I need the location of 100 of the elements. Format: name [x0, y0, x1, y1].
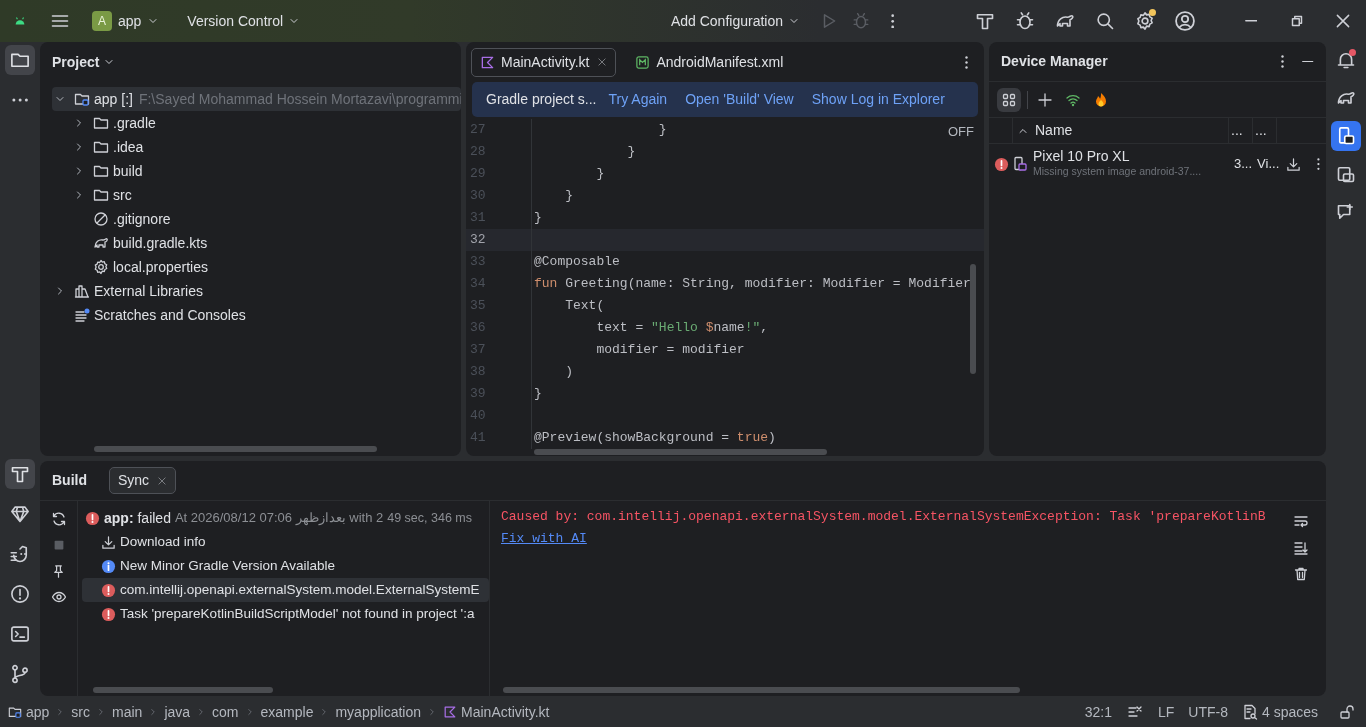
hammer-icon	[975, 11, 995, 31]
more-icon	[11, 98, 29, 102]
build-tree-item[interactable]: Task 'prepareKotlinBuildScriptModel' not found in project ':a	[82, 602, 489, 626]
column-header[interactable]: ...	[1229, 118, 1253, 143]
kotlin-file-icon	[480, 54, 495, 70]
banner-link[interactable]: Show Log in Explorer	[811, 89, 945, 110]
more-icon	[891, 13, 895, 29]
project-tool-button[interactable]	[5, 45, 35, 75]
tree-item[interactable]: Scratches and Consoles	[52, 303, 461, 327]
download-icon	[101, 534, 116, 550]
breadcrumb[interactable]: MainActivity.kt	[443, 701, 550, 723]
item-label: app [:]	[94, 89, 133, 109]
close-tab-icon	[157, 475, 168, 486]
inspection-status[interactable]: OFF	[948, 122, 974, 142]
caret-position[interactable]: 32:1	[1084, 701, 1112, 723]
code-line: }	[533, 209, 542, 228]
file-encoding[interactable]: UTF-8	[1188, 701, 1228, 723]
tree-item[interactable]: src	[52, 183, 461, 207]
build-timestamp: At 2026/08/12 07:06 بعدازظهر with 2	[174, 509, 384, 528]
project-view-dropdown[interactable]: Project	[52, 51, 116, 73]
column-header[interactable]: Name	[1013, 118, 1229, 143]
build-tree-item[interactable]: com.intellij.openapi.externalSystem.model.ExternalSystemE	[82, 578, 489, 602]
code-line: }	[595, 165, 605, 184]
message-text: New Minor Gradle Version Available	[120, 556, 336, 575]
vcs-menu[interactable]: Version Control	[187, 10, 301, 32]
bug-icon	[1015, 11, 1035, 31]
breadcrumb[interactable]: src	[71, 701, 91, 723]
build-tool-button[interactable]	[5, 459, 35, 489]
build-tab[interactable]: Sync	[109, 467, 177, 494]
editor-tab[interactable]: MainActivity.kt	[471, 47, 617, 77]
tree-item[interactable]: local.properties	[52, 255, 461, 279]
item-label: .idea	[113, 137, 144, 157]
editor-tab[interactable]: AndroidManifest.xml	[626, 47, 793, 77]
line-separator[interactable]: LF	[1157, 701, 1175, 723]
bell-icon	[1336, 50, 1356, 70]
item-label: build.gradle.kts	[113, 233, 208, 253]
breadcrumb[interactable]: example	[260, 701, 314, 723]
build-tree-item[interactable]: Download info	[82, 530, 489, 554]
gradle-icon	[93, 235, 109, 251]
code-line: @Composable	[533, 253, 620, 272]
terminal-icon	[10, 624, 30, 644]
project-selector[interactable]: A app	[92, 10, 160, 32]
project-badge: A	[92, 11, 112, 31]
mirror-icon	[1336, 164, 1356, 184]
gear-icon	[1135, 11, 1155, 31]
panel-title: Device Manager	[1001, 52, 1109, 71]
device-status: Missing system image android-37....	[1033, 164, 1202, 179]
tree-item[interactable]: External Libraries	[52, 279, 461, 303]
kotlin-file-icon	[443, 705, 458, 719]
breadcrumb[interactable]: java	[164, 701, 191, 723]
table-cell-text: 3...	[1234, 155, 1253, 174]
run-configuration-dropdown[interactable]: Add Configuration	[670, 10, 800, 32]
device-manager-button[interactable]	[1331, 121, 1361, 151]
module-icon	[8, 705, 22, 719]
ignore-icon	[93, 211, 109, 227]
banner-link[interactable]: Open 'Build' View	[685, 89, 794, 110]
bug-icon	[852, 12, 870, 30]
trash-icon	[1293, 566, 1309, 582]
column-header[interactable]: ...	[1253, 118, 1277, 143]
group-by-button[interactable]	[997, 87, 1021, 112]
android-icon	[13, 14, 27, 28]
code-line: @Preview(showBackground = true)	[533, 429, 776, 448]
item-label: src	[113, 185, 132, 205]
build-tree-item[interactable]: New Minor Gradle Version Available	[82, 554, 489, 578]
close-icon	[1334, 12, 1352, 30]
tree-item[interactable]: build	[52, 159, 461, 183]
more-icon	[964, 55, 968, 69]
breadcrumb[interactable]: com	[212, 701, 239, 723]
sync-icon	[50, 511, 67, 527]
document-icon	[1241, 704, 1258, 720]
minimize-icon	[1302, 60, 1314, 63]
fire-icon	[1093, 91, 1109, 108]
tree-item[interactable]: .idea	[52, 135, 461, 159]
fix-link[interactable]: Fix with AI	[501, 528, 587, 550]
message-text: com.intellij.openapi.externalSystem.model.ExternalSystemE	[120, 580, 480, 599]
folder-icon	[93, 139, 109, 155]
chat-icon	[1336, 202, 1356, 222]
code-line: modifier = modifier	[595, 341, 745, 360]
git-icon	[10, 664, 30, 684]
message-text: Task 'prepareKotlinBuildScriptModel' not found in project ':a	[120, 604, 475, 623]
more-icon	[1280, 55, 1284, 68]
problems-icon	[10, 584, 30, 604]
grid-icon	[1001, 91, 1017, 108]
tree-item[interactable]: .gitignore	[52, 207, 461, 231]
code-line: text = "Hello $name!",	[595, 319, 769, 338]
code-line: }	[564, 187, 573, 206]
breadcrumb[interactable]: myapplication	[335, 701, 422, 723]
indent-settings[interactable]: 4 spaces	[1241, 701, 1318, 723]
code-line: Text(	[564, 297, 605, 316]
error-icon	[101, 606, 116, 622]
breadcrumb[interactable]: app	[8, 701, 50, 723]
banner-link[interactable]: Try Again	[608, 89, 668, 110]
item-path: F:\Sayed Mohammad Hossein Mortazavi\programmi	[138, 89, 461, 109]
item-label: .gitignore	[113, 209, 171, 229]
tree-item[interactable]: build.gradle.kts	[52, 231, 461, 255]
lock-button[interactable]	[1338, 703, 1356, 721]
breadcrumb[interactable]: main	[112, 701, 143, 723]
tree-item[interactable]: .gradle	[52, 111, 461, 135]
message-text: Download info	[120, 532, 206, 551]
tree-item[interactable]: app [:] F:\Sayed Mohammad Hossein Mortazavi\programmi	[52, 87, 461, 111]
